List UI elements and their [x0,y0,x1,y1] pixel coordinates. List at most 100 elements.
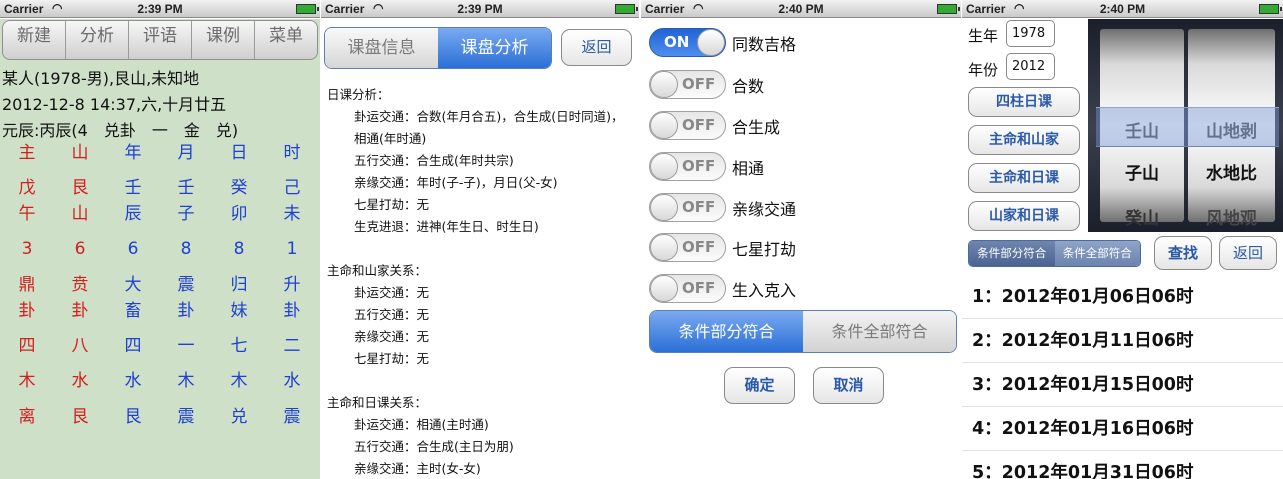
grid-cell: 卦 [283,301,301,321]
grid-row: 木水水木木水 [0,370,320,394]
top-menu-bar: 新建 分析 评语 课例 菜单 [2,20,318,60]
cancel-button[interactable]: 取消 [813,367,884,404]
menu-button[interactable]: 菜单 [255,21,317,59]
condition-row: OFF 合生成 [649,111,949,141]
grid-cell: 8 [180,239,192,259]
tab-chart-analysis[interactable]: 课盘分析 [438,28,551,68]
back-button[interactable]: 返回 [1219,236,1277,270]
match-all-option[interactable]: 条件全部符合 [803,311,956,352]
condition-label: 合数 [732,77,765,96]
screen-analysis: Carrier ◠ 2:39 PM 课盘信息 课盘分析 返回 日课分析： 卦运交通… [321,0,639,479]
analysis-item: 亲缘交通：无 [354,329,430,344]
match-mode-segment: 条件部分符合 条件全部符合 [968,240,1141,267]
grid-cell: 妹 [230,301,248,321]
status-bar: Carrier ◠ 2:40 PM [641,0,961,18]
grid-cell: 水 [283,371,301,391]
grid-cell: 大 [124,275,142,295]
toggle-knob [650,153,678,180]
condition-label: 相通 [732,159,765,178]
analysis-item: 七星打劫：无 [354,351,430,366]
condition-toggle[interactable]: OFF [649,152,726,181]
new-button[interactable]: 新建 [3,21,66,59]
grid-cell: 艮 [71,407,89,427]
analysis-item: 卦运交通：合数(年月合五)，合生成(日时同道)，相通(年时通) [354,109,624,146]
grid-cell: 山 [71,143,89,163]
result-item[interactable]: 4：2012年01月16日06时 [962,407,1283,451]
toggle-knob [650,234,678,261]
grid-cell: 四 [18,336,36,356]
grid-cell: 艮 [124,407,142,427]
back-button[interactable]: 返回 [561,29,632,66]
condition-row: OFF 亲缘交通 [649,193,949,223]
grid-cell: 6 [74,239,86,259]
status-bar: Carrier ◠ 2:40 PM [962,0,1283,18]
result-item[interactable]: 3：2012年01月15日00时 [962,363,1283,407]
grid-cell: 8 [233,239,245,259]
analysis-text: 日课分析： 卦运交通：合数(年月合五)，合生成(日时同道)，相通(年时通) 五行交通… [327,84,635,479]
analyze-button[interactable]: 分析 [66,21,129,59]
condition-toggle[interactable]: OFF [649,233,726,262]
grid-cell: 子 [177,204,195,224]
birth-year-input[interactable]: 1978 [1006,20,1055,47]
grid-cell: 卯 [230,204,248,224]
comment-button[interactable]: 评语 [129,21,192,59]
grid-cell: 艮 [71,178,89,198]
condition-toggle[interactable]: OFF [649,70,726,99]
mountain-picker[interactable]: 壬山 子山 癸山 山地剥 水地比 风地观 [1088,19,1283,232]
tab-chart-info[interactable]: 课盘信息 [325,28,438,68]
grid-cell: 月 [177,143,195,163]
sizhu-rike-button[interactable]: 四柱日课 [968,87,1080,117]
person-info: 某人(1978-男),艮山,未知地 [2,69,200,88]
grid-cell: 二 [283,336,301,356]
examples-button[interactable]: 课例 [192,21,255,59]
picker-item[interactable]: 风地观 [1188,204,1275,229]
grid-cell: 震 [177,275,195,295]
condition-toggle[interactable]: ON [649,28,726,57]
battery-icon [937,4,960,14]
grid-cell: 山 [71,204,89,224]
picker-item-selected[interactable]: 子山 [1100,159,1184,184]
toggle-state: OFF [682,238,716,256]
grid-cell: 时 [283,143,301,163]
result-item[interactable]: 1：2012年01月06日06时 [962,275,1283,319]
condition-label: 亲缘交通 [732,200,797,219]
grid-row: 鼎贲大震归升 [0,274,320,298]
condition-toggle[interactable]: OFF [649,274,726,303]
analysis-item: 五行交通：合生成(年时共宗) [354,153,514,168]
grid-cell: 水 [71,371,89,391]
toggle-state: OFF [682,198,716,216]
battery-icon [615,4,638,14]
toggle-state: ON [664,33,690,51]
status-bar: Carrier ◠ 2:39 PM [321,0,639,18]
result-item[interactable]: 5：2012年01月31日06时 [962,451,1283,479]
match-all-option[interactable]: 条件全部符合 [1054,241,1140,266]
analysis-item: 生克进退：进神(年生日、时生日) [354,219,539,234]
grid-cell: 主 [18,143,36,163]
match-partial-option[interactable]: 条件部分符合 [650,311,803,352]
condition-label: 七星打劫 [732,240,797,259]
analysis-item: 亲缘交通：主时(女-女) [354,461,481,476]
grid-cell: 归 [230,275,248,295]
picker-item-selected[interactable]: 水地比 [1188,159,1275,184]
zhuming-rike-button[interactable]: 主命和日课 [968,163,1080,193]
match-partial-option[interactable]: 条件部分符合 [969,241,1055,266]
analysis-segment: 课盘信息 课盘分析 [324,27,552,69]
grid-cell: 辰 [124,204,142,224]
condition-toggle[interactable]: OFF [649,193,726,222]
result-item[interactable]: 2：2012年01月11日06时 [962,319,1283,363]
confirm-button[interactable]: 确定 [724,367,795,404]
shanjia-rike-button[interactable]: 山家和日课 [968,201,1080,231]
zhuming-shanjia-button[interactable]: 主命和山家 [968,125,1080,155]
grid-cell: 卦 [18,301,36,321]
result-list: 1：2012年01月06日06时 2：2012年01月11日06时 3：2012年0… [962,275,1283,479]
grid-row: 离艮艮震兑震 [0,406,320,430]
search-button[interactable]: 查找 [1154,236,1212,270]
condition-toggle[interactable]: OFF [649,111,726,140]
picker-item[interactable]: 癸山 [1100,204,1184,229]
status-bar: Carrier ◠ 2:39 PM [0,0,320,18]
toggle-knob [650,112,678,139]
year-input[interactable]: 2012 [1006,53,1055,80]
analysis-item: 五行交通：无 [354,307,430,322]
section-heading: 主命和日课关系： [327,395,428,410]
